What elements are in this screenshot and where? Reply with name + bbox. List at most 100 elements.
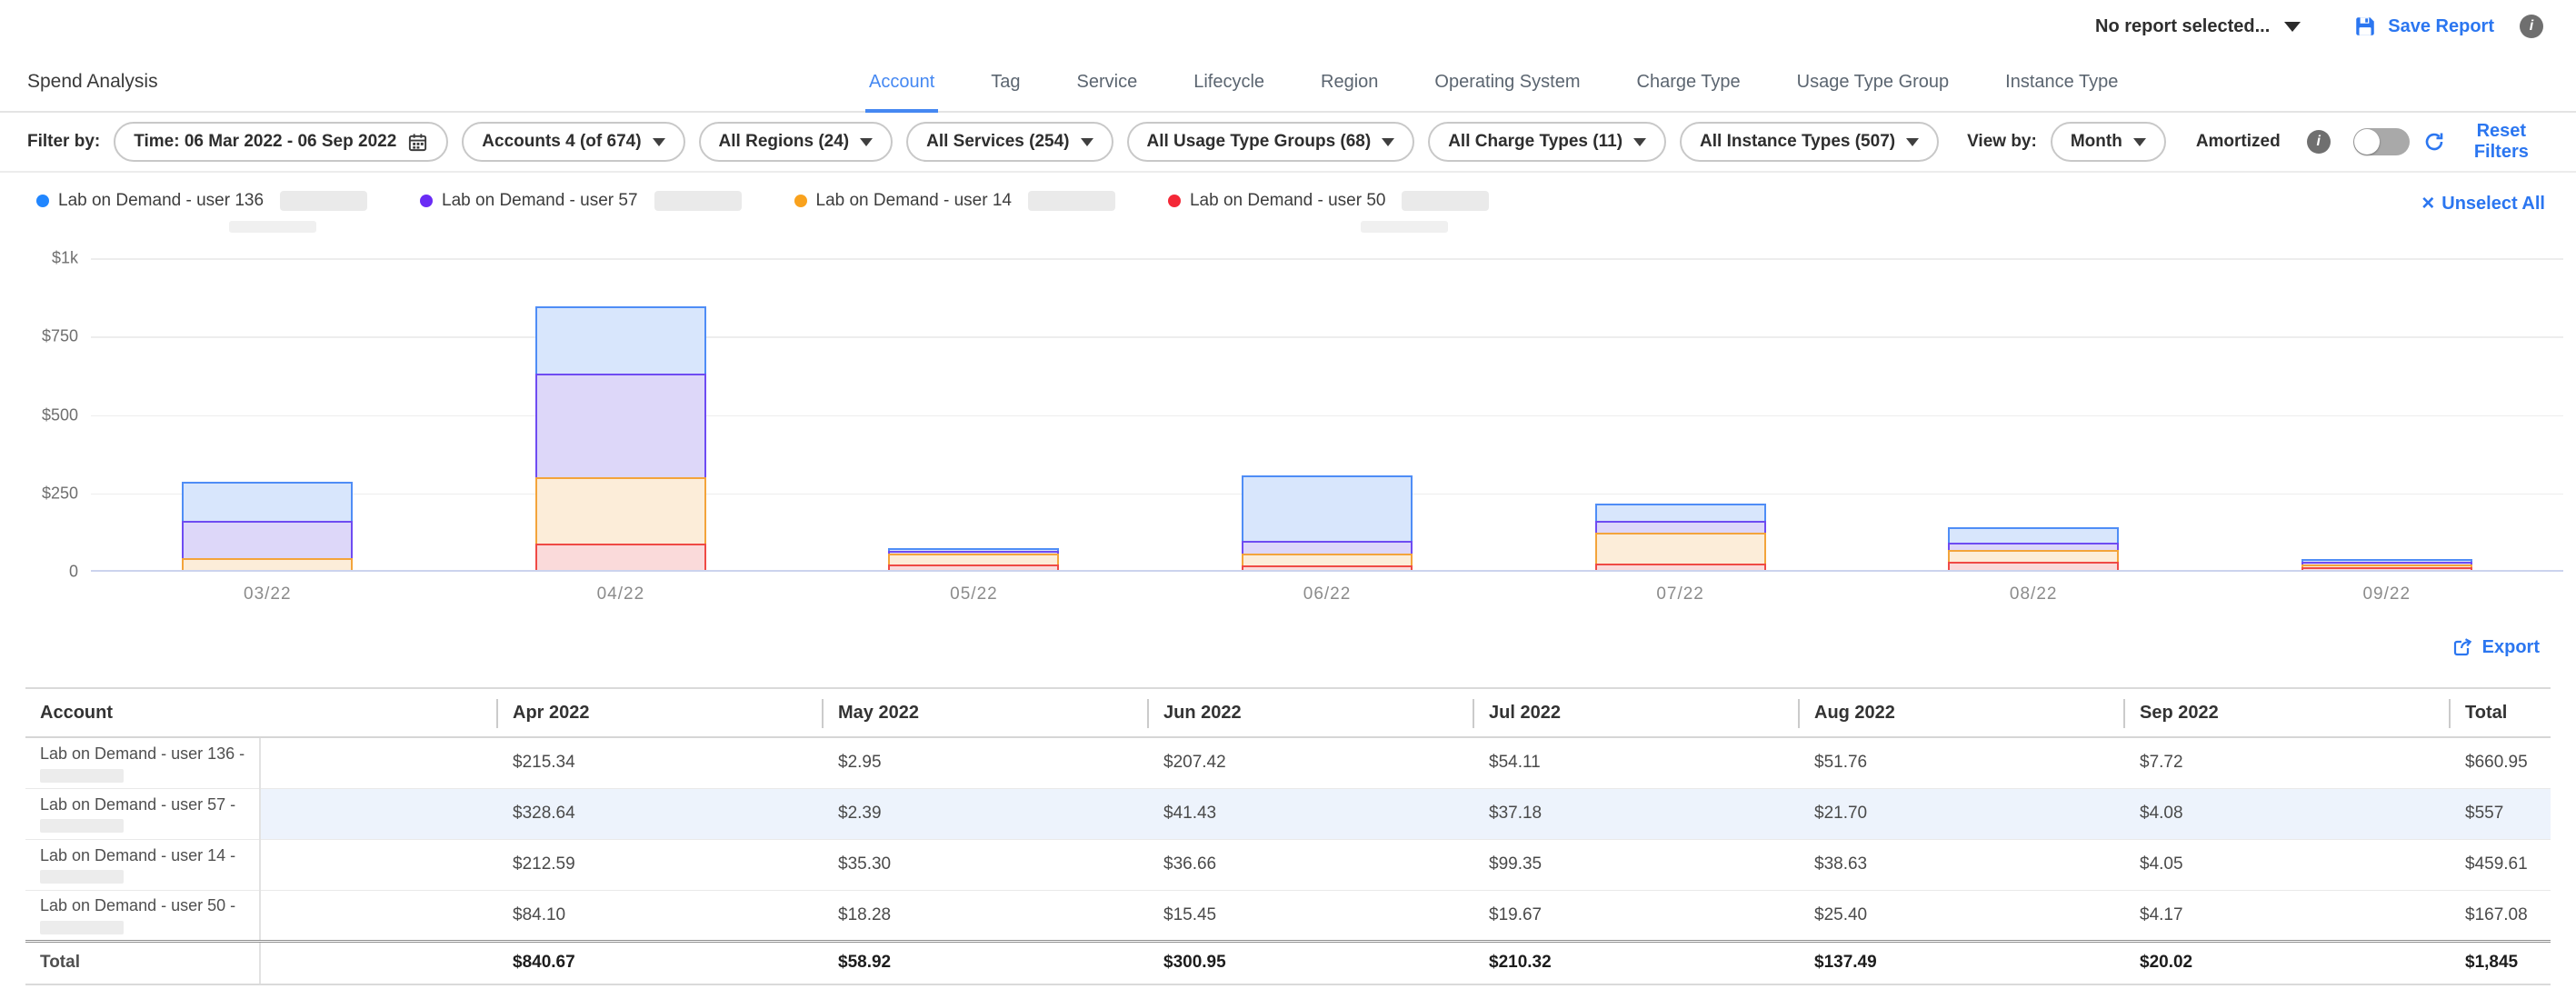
accounts-filter[interactable]: Accounts 4 (of 674) [462,122,684,162]
legend: Lab on Demand - user 136 Lab on Demand - … [36,191,1489,229]
stacked-bar-08/22[interactable] [1948,527,2119,570]
regions-filter[interactable]: All Regions (24) [699,122,894,162]
legend-item-label: Lab on Demand - user 136 [58,191,264,211]
bar-segment [182,521,353,558]
column-header-apr-2022: Apr 2022 [496,688,822,737]
view-by-select[interactable]: Month [2051,122,2166,162]
usage-type-groups-filter[interactable]: All Usage Type Groups (68) [1127,122,1415,162]
x-axis-tick: 08/22 [1857,584,2211,604]
cell-value: $4.05 [2123,839,2449,890]
account-cell: Lab on Demand - user 57 - [25,788,260,839]
cell-value: $2.39 [822,788,1147,839]
cell-value: $84.10 [496,890,822,941]
bar-segment [1242,541,1413,554]
services-filter[interactable]: All Services (254) [906,122,1113,162]
legend-color-dot [1168,195,1181,207]
cell-value: $25.40 [1798,890,2123,941]
stacked-bar-09/22[interactable] [2301,559,2472,570]
legend-item-3[interactable]: Lab on Demand - user 14 [794,191,1115,229]
stacked-bar-05/22[interactable] [888,548,1059,570]
regions-filter-label: All Regions (24) [719,132,850,152]
column-header-aug-2022: Aug 2022 [1798,688,2123,737]
tab-region[interactable]: Region [1317,57,1382,113]
legend-item-4[interactable]: Lab on Demand - user 50 [1168,191,1489,229]
export-button[interactable]: Export [2451,632,2540,663]
bar-segment [1948,550,2119,562]
legend-item-2[interactable]: Lab on Demand - user 57 [420,191,741,229]
instance-types-filter-label: All Instance Types (507) [1700,132,1895,152]
save-report-button[interactable]: Save Report [2353,15,2494,38]
cell-value: $660.95 [2449,737,2551,788]
y-axis-tick: $500 [42,405,78,425]
charge-types-filter[interactable]: All Charge Types (11) [1428,122,1666,162]
x-axis-tick: 05/22 [797,584,1151,604]
column-header-total: Total [2449,688,2551,737]
bar-segment [1242,554,1413,565]
tab-service[interactable]: Service [1073,57,1142,113]
legend-row: Lab on Demand - user 136 Lab on Demand - … [0,173,2576,229]
save-report-label: Save Report [2388,16,2494,37]
cell-value [260,788,496,839]
bar-segment [1595,564,1766,570]
stacked-bar-03/22[interactable] [182,482,353,570]
y-axis-tick: $1k [52,249,78,268]
tab-charge-type[interactable]: Charge Type [1633,57,1744,113]
tab-instance-type[interactable]: Instance Type [2002,57,2122,113]
unselect-all-button[interactable]: × Unselect All [2421,193,2545,215]
account-cell: Lab on Demand - user 50 - [25,890,260,941]
column-header-jun-2022: Jun 2022 [1147,688,1473,737]
caret-down-icon [1633,138,1646,146]
bar-segment [182,482,353,520]
cell-value: $51.76 [1798,737,2123,788]
stacked-bar-07/22[interactable] [1595,504,1766,570]
total-cell-value: $137.49 [1798,941,2123,984]
tab-account[interactable]: Account [865,57,938,113]
info-icon[interactable]: i [2307,130,2331,154]
bar-segment [1595,521,1766,533]
redacted-text [40,921,124,934]
account-cell: Lab on Demand - user 136 - [25,737,260,788]
instance-types-filter[interactable]: All Instance Types (507) [1680,122,1939,162]
export-row: Export [0,604,2576,663]
bar-segment [1948,527,2119,544]
cell-value: $459.61 [2449,839,2551,890]
reset-filters-button[interactable]: Reset Filters [2423,121,2549,163]
account-name: Lab on Demand - user 50 - [40,895,259,916]
cell-value: $37.18 [1473,788,1798,839]
close-icon: × [2421,193,2434,215]
export-label: Export [2482,637,2540,658]
stacked-bar-06/22[interactable] [1242,475,1413,570]
unselect-all-label: Unselect All [2441,194,2545,215]
cell-value: $99.35 [1473,839,1798,890]
cell-value: $18.28 [822,890,1147,941]
amortized-toggle[interactable] [2353,128,2410,155]
tab-usage-type-group[interactable]: Usage Type Group [1793,57,1953,113]
cell-value [260,890,496,941]
tab-tag[interactable]: Tag [987,57,1023,113]
time-filter[interactable]: Time: 06 Mar 2022 - 06 Sep 2022 [114,122,448,162]
x-axis-tick: 03/22 [91,584,444,604]
caret-down-icon [1906,138,1919,146]
cell-value: $36.66 [1147,839,1473,890]
bar-slot [2210,258,2563,570]
legend-item-1[interactable]: Lab on Demand - user 136 [36,191,367,229]
tab-lifecycle[interactable]: Lifecycle [1190,57,1268,113]
usage-type-groups-filter-label: All Usage Type Groups (68) [1147,132,1372,152]
redacted-text [280,191,367,211]
total-cell-value [260,941,496,984]
caret-down-icon [653,138,665,146]
bars-layer [91,258,2563,570]
account-name: Lab on Demand - user 14 - [40,845,259,866]
cell-value: $2.95 [822,737,1147,788]
toggle-knob [2354,129,2380,155]
report-selector[interactable]: No report selected... [2095,16,2301,37]
info-icon[interactable]: i [2520,15,2543,38]
caret-down-icon [1382,138,1394,146]
page-header: Spend Analysis AccountTagServiceLifecycl… [0,53,2576,113]
tab-operating-system[interactable]: Operating System [1431,57,1583,113]
filter-bar: Filter by: Time: 06 Mar 2022 - 06 Sep 20… [0,113,2576,173]
y-axis-tick: $250 [42,484,78,503]
bar-segment [535,306,706,374]
stacked-bar-04/22[interactable] [535,306,706,570]
bar-slot [444,258,798,570]
